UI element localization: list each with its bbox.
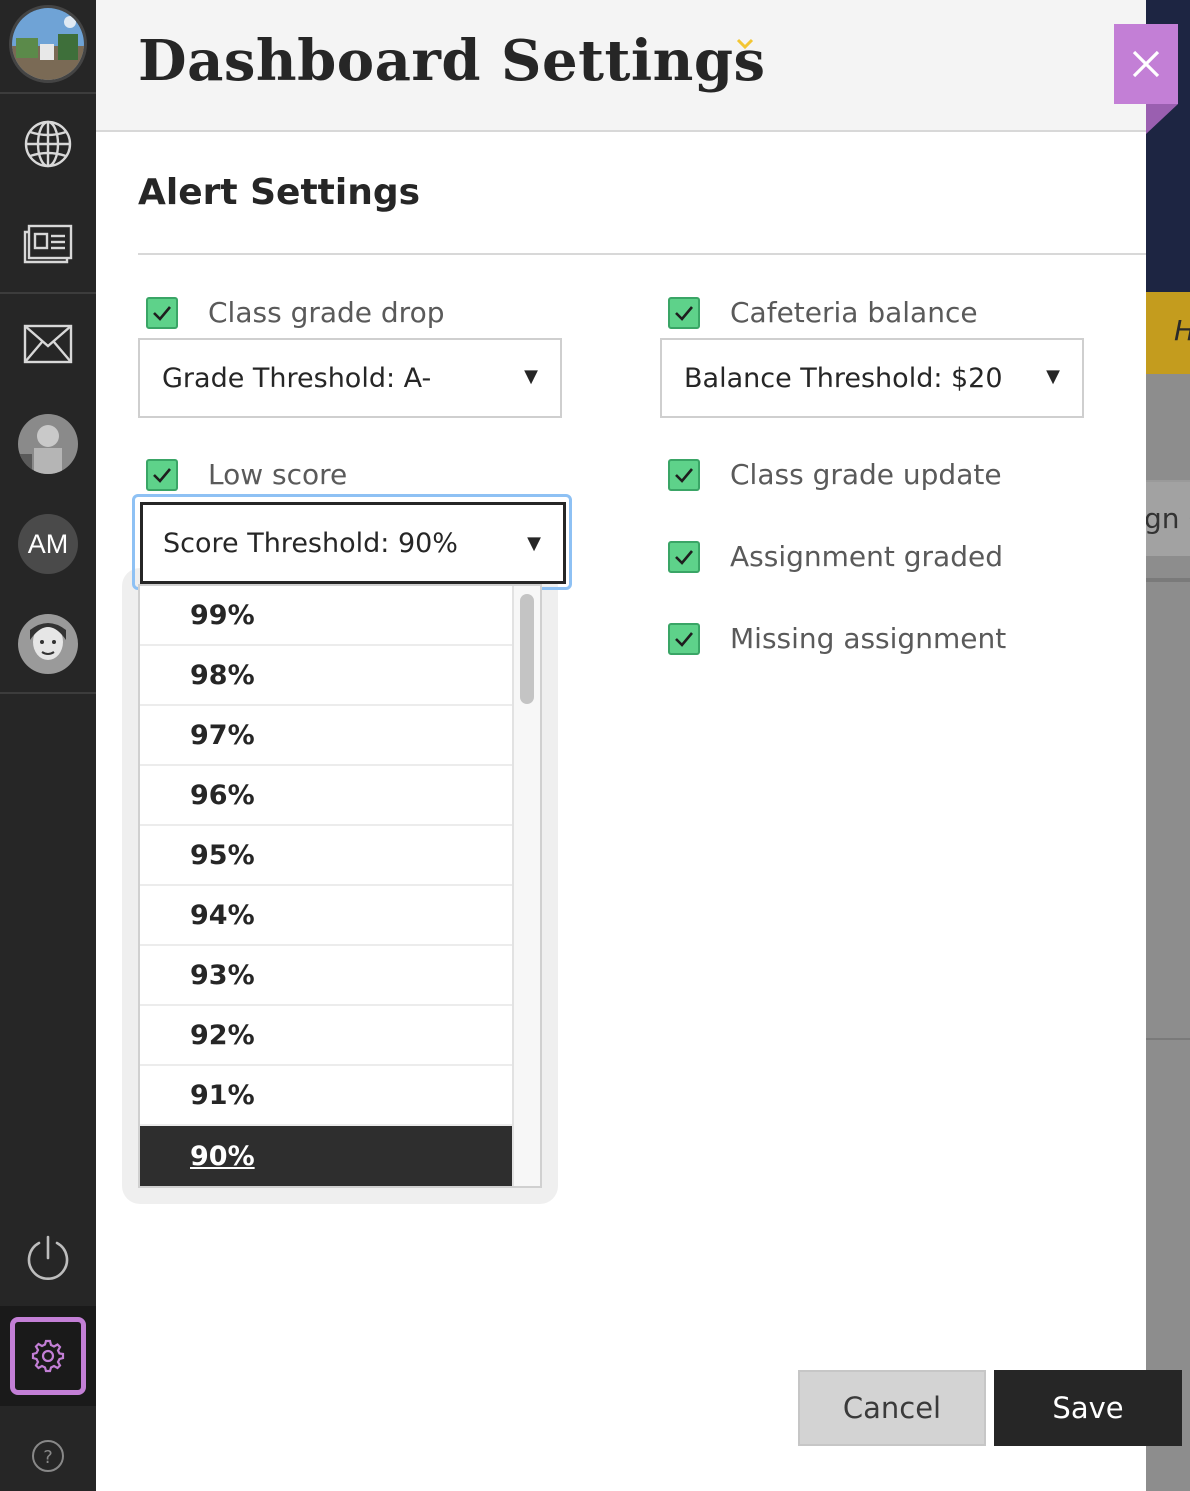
alert-class-grade-update: Class grade update [668, 458, 1002, 491]
score-threshold-value: Score Threshold: 90% [163, 527, 458, 559]
save-button[interactable]: Save [994, 1370, 1182, 1446]
checkmark-icon [675, 631, 693, 647]
score-option[interactable]: 91% [140, 1066, 512, 1126]
alert-missing-assignment: Missing assignment [668, 622, 1006, 655]
section-title: Alert Settings [138, 172, 421, 213]
background-yellow-text: H [1174, 314, 1190, 347]
class-grade-update-label: Class grade update [730, 458, 1002, 491]
score-option[interactable]: 95% [140, 826, 512, 886]
rail-item-student-1[interactable] [0, 394, 96, 494]
checkmark-icon [153, 467, 171, 483]
assignment-graded-label: Assignment graded [730, 540, 1003, 573]
score-option[interactable]: 96% [140, 766, 512, 826]
help-icon: ? [32, 1440, 64, 1472]
low-score-label: Low score [208, 458, 348, 491]
score-option[interactable]: 98% [140, 646, 512, 706]
cancel-button[interactable]: Cancel [798, 1370, 986, 1446]
close-button-fold [1146, 104, 1178, 134]
rail-item-institution[interactable] [0, 94, 96, 194]
checkmark-icon [675, 467, 693, 483]
caret-down-icon: ▼ [524, 366, 538, 387]
rail-item-settings[interactable] [0, 1306, 96, 1406]
page-title: Dashboard Settings [138, 28, 766, 94]
assignment-graded-checkbox[interactable] [668, 540, 700, 573]
svg-text:?: ? [43, 1447, 53, 1468]
rail-item-help[interactable]: ? [0, 1408, 96, 1491]
rail-item-student-2[interactable]: AM [0, 494, 96, 594]
dropdown-scrollbar-thumb[interactable] [520, 594, 534, 704]
score-option[interactable]: 94% [140, 886, 512, 946]
rail-item-student-3[interactable] [0, 594, 96, 694]
close-icon [1132, 50, 1160, 78]
grade-threshold-select[interactable]: Grade Threshold: A- ▼ [138, 338, 562, 418]
close-button[interactable] [1114, 24, 1178, 104]
balance-threshold-value: Balance Threshold: $20 [684, 362, 1003, 394]
panel-header: Dashboard Settings [96, 0, 1146, 132]
section-divider [138, 253, 1146, 255]
class-grade-update-checkbox[interactable] [668, 458, 700, 491]
caret-down-icon: ▼ [1046, 366, 1060, 387]
avatar [18, 614, 78, 674]
news-feed-icon [23, 224, 73, 264]
alert-assignment-graded: Assignment graded [668, 540, 1003, 573]
profile-avatar-item[interactable] [0, 0, 96, 94]
rail-item-logout[interactable] [0, 1208, 96, 1308]
score-option[interactable]: 90% [140, 1126, 512, 1186]
background-button: gn C [1144, 480, 1190, 556]
class-grade-drop-label: Class grade drop [208, 296, 445, 329]
background-divider [1146, 578, 1190, 582]
alert-class-grade-drop: Class grade drop [146, 296, 444, 329]
avatar-initials: AM [18, 514, 78, 574]
student-photo-icon [18, 614, 78, 674]
gear-icon [31, 1339, 65, 1373]
score-threshold-select[interactable]: Score Threshold: 90% ▼ [140, 502, 566, 584]
chevron-down-icon [736, 38, 754, 50]
score-option[interactable]: 99% [140, 586, 512, 646]
low-score-checkbox[interactable] [146, 458, 178, 491]
balance-threshold-select[interactable]: Balance Threshold: $20 ▼ [660, 338, 1084, 418]
cafeteria-balance-checkbox[interactable] [668, 296, 700, 329]
cafeteria-balance-label: Cafeteria balance [730, 296, 978, 329]
alert-low-score: Low score [146, 458, 347, 491]
grade-threshold-value: Grade Threshold: A- [162, 362, 432, 394]
background-button-text: gn C [1144, 502, 1190, 535]
alert-cafeteria-balance: Cafeteria balance [668, 296, 978, 329]
rail-item-messages[interactable] [0, 294, 96, 394]
checkmark-icon [153, 305, 171, 321]
checkmark-icon [675, 305, 693, 321]
missing-assignment-checkbox[interactable] [668, 622, 700, 655]
score-option[interactable]: 97% [140, 706, 512, 766]
background-yellow-bar: H [1146, 292, 1190, 374]
score-threshold-options: 99% 98% 97% 96% 95% 94% 93% 92% 91% 90% [138, 584, 542, 1188]
avatar-photo-icon [12, 8, 84, 80]
checkmark-icon [675, 549, 693, 565]
power-icon [27, 1235, 69, 1281]
student-photo-icon [18, 414, 78, 474]
score-option[interactable]: 93% [140, 946, 512, 1006]
settings-active-frame [10, 1317, 86, 1395]
globe-icon [24, 120, 72, 168]
mail-icon [23, 324, 73, 364]
caret-down-icon: ▼ [527, 533, 541, 554]
background-divider [1146, 1038, 1190, 1040]
class-grade-drop-checkbox[interactable] [146, 296, 178, 329]
nav-rail: AM ? [0, 0, 96, 1491]
avatar [9, 5, 87, 83]
rail-divider [0, 692, 96, 694]
rail-item-activity[interactable] [0, 194, 96, 294]
avatar [18, 414, 78, 474]
missing-assignment-label: Missing assignment [730, 622, 1007, 655]
score-option[interactable]: 92% [140, 1006, 512, 1066]
